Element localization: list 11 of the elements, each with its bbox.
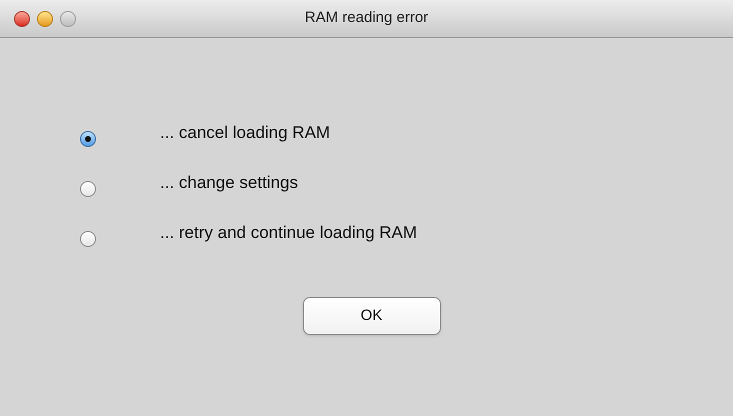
option-label: ... change settings bbox=[160, 172, 298, 194]
ok-button[interactable]: OK bbox=[302, 297, 440, 335]
radio-button[interactable] bbox=[80, 231, 96, 247]
option-label: ... cancel loading RAM bbox=[160, 122, 330, 144]
radio-button[interactable] bbox=[80, 131, 96, 147]
zoom-icon bbox=[60, 11, 76, 27]
radio-button[interactable] bbox=[80, 181, 96, 197]
window-title: RAM reading error bbox=[304, 8, 428, 28]
option-label: ... retry and continue loading RAM bbox=[160, 222, 418, 244]
close-icon[interactable] bbox=[14, 11, 30, 27]
minimize-icon[interactable] bbox=[37, 11, 53, 27]
